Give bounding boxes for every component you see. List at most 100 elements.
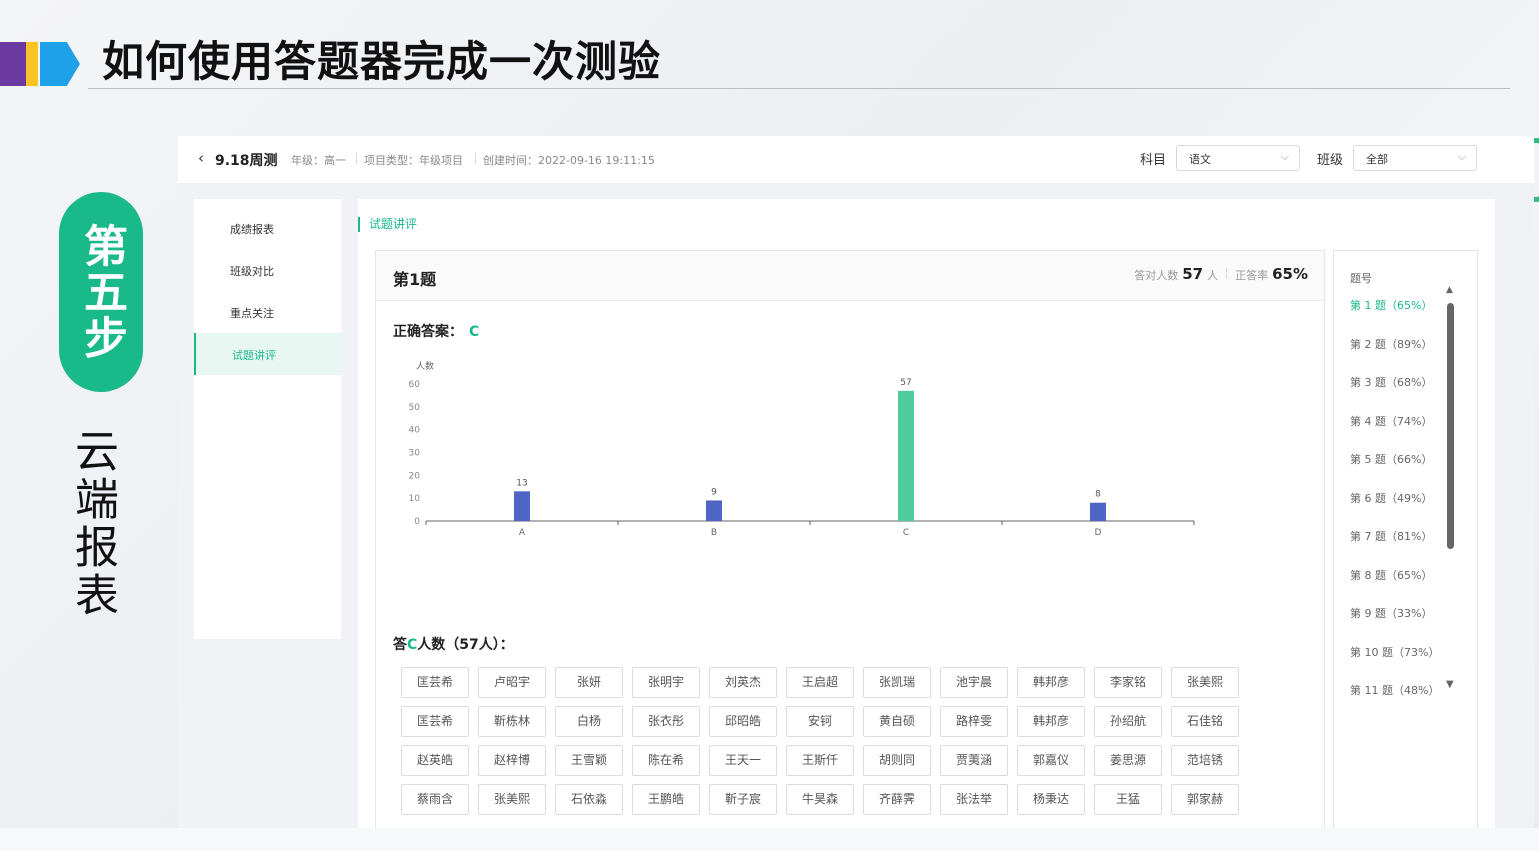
bar-D bbox=[1090, 502, 1106, 521]
answer-students-option: C bbox=[407, 637, 418, 653]
step-badge: 第五步 bbox=[59, 192, 143, 392]
student-name-chip: 赵英皓 bbox=[401, 745, 469, 776]
student-name-chip: 安钶 bbox=[786, 706, 854, 737]
created-time-text: 创建时间：2022-09-16 19:11:15 bbox=[483, 154, 655, 167]
student-name-chip: 王鹏皓 bbox=[632, 784, 700, 815]
chevron-left-icon[interactable]: ‹ bbox=[198, 149, 204, 167]
x-tick-label: B bbox=[711, 528, 717, 538]
chevron-down-icon: ⌵ bbox=[1280, 150, 1289, 163]
x-tick-label: D bbox=[1095, 528, 1102, 538]
student-name-chip: 匡芸希 bbox=[401, 706, 469, 737]
question-list-item[interactable]: 第 1 题（65%） bbox=[1350, 297, 1432, 313]
student-name-chip: 郭嘉仪 bbox=[1017, 745, 1085, 776]
student-name-chip: 蔡雨含 bbox=[401, 784, 469, 815]
correct-count-label: 答对人数 bbox=[1134, 269, 1179, 282]
answer-students-title: 答C人数（57人）： bbox=[393, 634, 514, 654]
subject-select[interactable]: 语文 ⌵ bbox=[1176, 145, 1300, 171]
student-name-chip: 匡芸希 bbox=[401, 667, 469, 698]
student-name-chip: 石依淼 bbox=[555, 784, 623, 815]
student-name-chip: 靳子宸 bbox=[709, 784, 777, 815]
question-card: 第1题 答对人数 57 人 正答率 65% 正确答案： C 人数 0 10 20 30 40… bbox=[375, 250, 1325, 828]
scroll-down-icon[interactable]: ▼ bbox=[1446, 679, 1454, 690]
student-name-chip: 姜思源 bbox=[1094, 745, 1162, 776]
student-name-chip: 王天一 bbox=[709, 745, 777, 776]
question-list-header: 题号 bbox=[1350, 272, 1372, 285]
question-list-item[interactable]: 第 4 题（74%） bbox=[1350, 413, 1432, 429]
sidebar-item-label: 班级对比 bbox=[230, 265, 274, 278]
student-name-chip: 郭家赫 bbox=[1171, 784, 1239, 815]
slide-title: 如何使用答题器完成一次测验 bbox=[102, 37, 662, 86]
count-unit: 人 bbox=[1207, 269, 1219, 282]
data-label: 9 bbox=[711, 487, 717, 497]
y-tick-label: 20 bbox=[409, 471, 421, 481]
answer-students-prefix: 答 bbox=[393, 637, 407, 653]
sidebar-item-label: 试题讲评 bbox=[232, 349, 276, 362]
meta-divider bbox=[356, 152, 357, 164]
correct-count: 57 bbox=[1182, 265, 1204, 283]
question-stats: 答对人数 57 人 正答率 65% bbox=[1134, 265, 1308, 283]
report-app-window: ‹ 9.18周测 年级：高一 项目类型：年级项目 创建时间：2022-09-16… bbox=[178, 136, 1534, 828]
correct-answer: 正确答案： C bbox=[393, 321, 479, 341]
student-name-chip: 牛昊森 bbox=[786, 784, 854, 815]
question-list-item[interactable]: 第 6 题（49%） bbox=[1350, 490, 1432, 506]
sidebar-item-score-report[interactable]: 成绩报表 bbox=[194, 207, 341, 249]
bar-B bbox=[706, 500, 722, 521]
question-list-item[interactable]: 第 5 题（66%） bbox=[1350, 451, 1432, 467]
y-tick-label: 60 bbox=[409, 380, 421, 390]
y-tick-label: 0 bbox=[414, 517, 420, 527]
question-list-item[interactable]: 第 11 题（48%） bbox=[1350, 682, 1439, 698]
question-list: 题号 ▲ ▼ 第 1 题（65%） 第 2 题（89%） 第 3 题（68%） 第 4… bbox=[1333, 250, 1478, 828]
scroll-up-icon[interactable]: ▲ bbox=[1446, 285, 1453, 295]
student-name-chip: 张明宇 bbox=[632, 667, 700, 698]
student-name-chip: 靳栋林 bbox=[478, 706, 546, 737]
class-select[interactable]: 全部 ⌵ bbox=[1353, 145, 1477, 171]
student-name-chip: 陈在希 bbox=[632, 745, 700, 776]
top-bar: ‹ 9.18周测 年级：高一 项目类型：年级项目 创建时间：2022-09-16… bbox=[178, 136, 1534, 183]
subject-select-value: 语文 bbox=[1189, 153, 1211, 166]
scrollbar-thumb[interactable] bbox=[1447, 303, 1454, 549]
student-name-chip: 张法举 bbox=[940, 784, 1008, 815]
question-list-item[interactable]: 第 9 题（33%） bbox=[1350, 605, 1432, 621]
student-name-chip: 路梓雯 bbox=[940, 706, 1008, 737]
section-title: 试题讲评 bbox=[358, 217, 417, 232]
student-name-chip: 黄自硕 bbox=[863, 706, 931, 737]
sidebar: 成绩报表 班级对比 重点关注 试题讲评 bbox=[194, 199, 341, 639]
meta-divider bbox=[475, 152, 476, 164]
exam-name: 9.18周测 bbox=[215, 153, 278, 169]
y-axis-label: 人数 bbox=[416, 360, 434, 372]
sidebar-item-question-review[interactable]: 试题讲评 bbox=[194, 333, 341, 375]
student-name-chip: 王雪颖 bbox=[555, 745, 623, 776]
data-label: 57 bbox=[900, 378, 911, 388]
sidebar-item-label: 成绩报表 bbox=[230, 223, 274, 236]
question-list-item[interactable]: 第 8 题（65%） bbox=[1350, 567, 1432, 583]
student-name-chip: 胡则同 bbox=[863, 745, 931, 776]
slide-logo-bars bbox=[0, 42, 80, 86]
student-name-chip: 孙绍航 bbox=[1094, 706, 1162, 737]
answer-distribution-chart: 人数 0 10 20 30 40 50 60 13 A 9 B 57 C 8 D bbox=[409, 360, 1195, 538]
student-name-chip: 邱昭皓 bbox=[709, 706, 777, 737]
sidebar-item-key-focus[interactable]: 重点关注 bbox=[194, 291, 341, 333]
y-tick-label: 40 bbox=[409, 426, 421, 436]
bottom-strip bbox=[0, 828, 1539, 851]
rate-label: 正答率 bbox=[1235, 269, 1269, 282]
student-name-chip: 王斯仟 bbox=[786, 745, 854, 776]
bar-C bbox=[898, 390, 914, 521]
student-name-chip: 卢昭宇 bbox=[478, 667, 546, 698]
student-name-chip: 赵梓博 bbox=[478, 745, 546, 776]
class-select-value: 全部 bbox=[1366, 153, 1388, 166]
student-name-chip: 杨秉达 bbox=[1017, 784, 1085, 815]
grade-text: 年级：高一 bbox=[291, 154, 346, 167]
question-list-item[interactable]: 第 7 题（81%） bbox=[1350, 528, 1432, 544]
question-number: 第1题 bbox=[393, 270, 437, 289]
y-tick-label: 30 bbox=[409, 449, 421, 459]
student-name-chip: 贾荑涵 bbox=[940, 745, 1008, 776]
question-list-item[interactable]: 第 2 题（89%） bbox=[1350, 336, 1432, 352]
answer-students-suffix: 人数（57人）： bbox=[417, 637, 514, 653]
subject-label: 科目 bbox=[1140, 153, 1167, 168]
y-tick-label: 10 bbox=[409, 494, 421, 504]
sidebar-item-class-compare[interactable]: 班级对比 bbox=[194, 249, 341, 291]
student-name-chip: 刘英杰 bbox=[709, 667, 777, 698]
question-list-item[interactable]: 第 10 题（73%） bbox=[1350, 644, 1439, 660]
correct-answer-label: 正确答案： bbox=[393, 324, 463, 340]
question-list-item[interactable]: 第 3 题（68%） bbox=[1350, 374, 1432, 390]
